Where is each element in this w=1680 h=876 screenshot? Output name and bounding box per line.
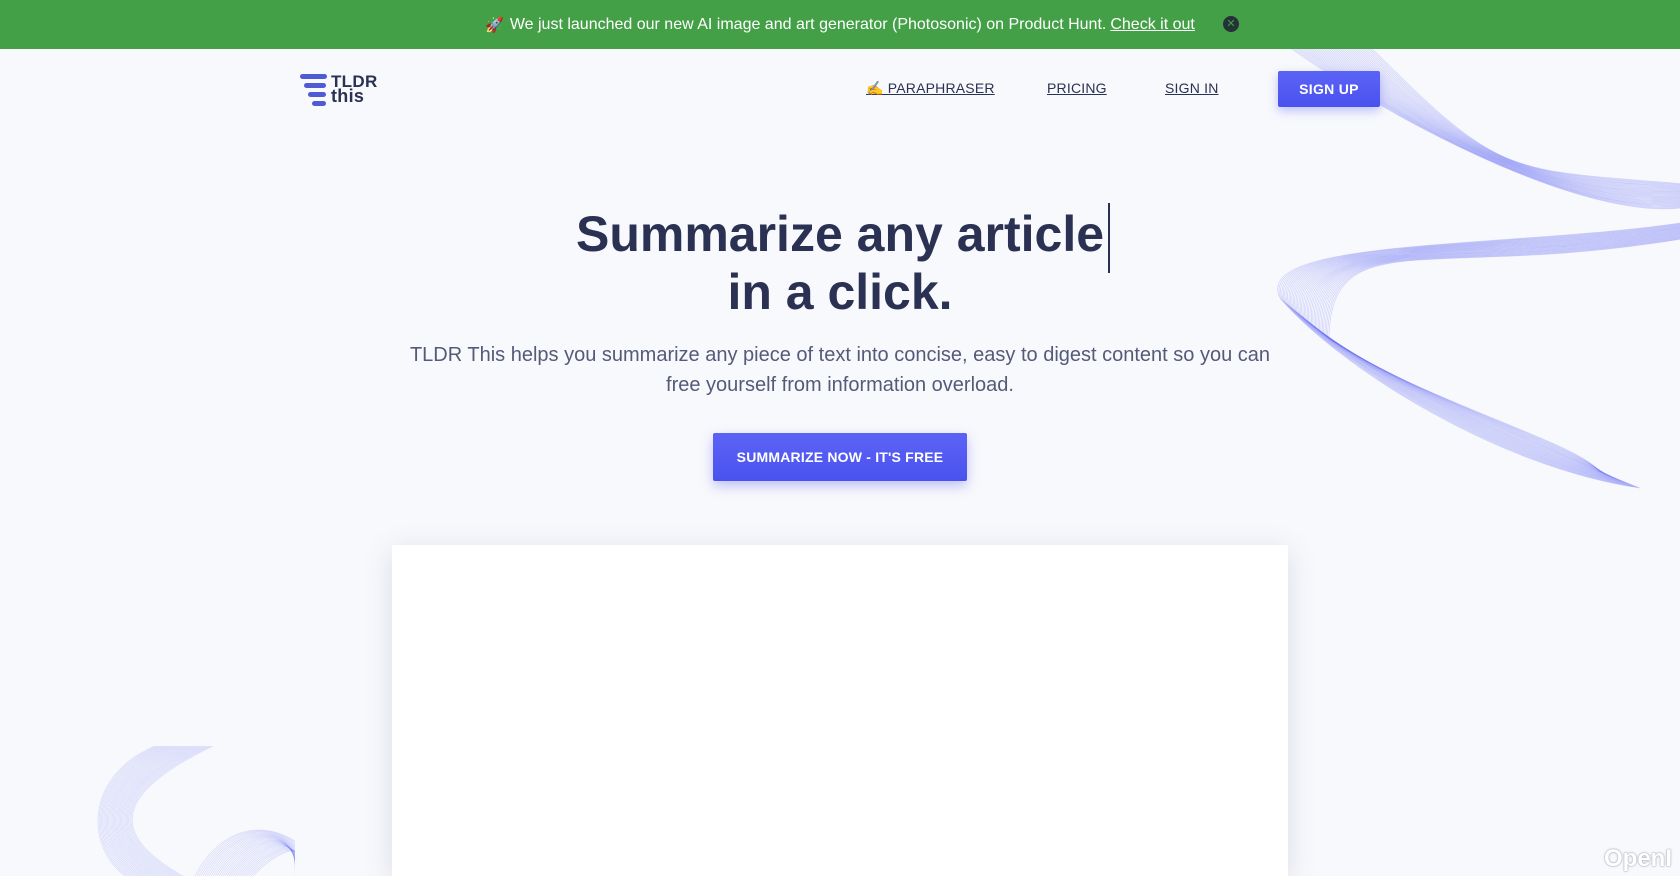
close-icon[interactable]: ✕ [1223,16,1239,32]
hero-title-line1: Summarize any article [575,203,1111,273]
typing-cursor [1108,203,1111,273]
nav-pricing[interactable]: PRICING [1047,80,1107,96]
content-card [392,545,1288,876]
logo-line2: this [331,86,365,106]
summarize-now-button[interactable]: SUMMARIZE NOW - IT'S FREE [713,433,967,481]
logo-text: TLDR this [331,73,378,106]
hero-subtitle: TLDR This helps you summarize any piece … [409,344,1271,396]
rocket-icon: 🚀 [485,16,504,34]
page: 🚀 We just launched our new AI image and … [0,0,1680,876]
hero-title-line1-text: Summarize any article [575,206,1105,262]
announcement-banner: 🚀 We just launched our new AI image and … [0,0,1680,49]
logo[interactable]: TLDR this [300,72,378,106]
banner-link[interactable]: Check it out [1110,16,1194,34]
decorative-wave-left [97,746,295,876]
nav-sign-in[interactable]: SIGN IN [1165,80,1219,96]
hero-title-line2: in a click. [727,264,953,320]
hero-title: Summarize any article in a click. [0,203,1680,321]
nav-paraphraser[interactable]: ✍️ PARAPHRASER [866,80,995,97]
logo-mark-icon [300,72,330,106]
sign-up-button[interactable]: SIGN UP [1278,71,1380,107]
banner-text: We just launched our new AI image and ar… [509,15,1107,33]
watermark: OpenI [1604,845,1673,872]
